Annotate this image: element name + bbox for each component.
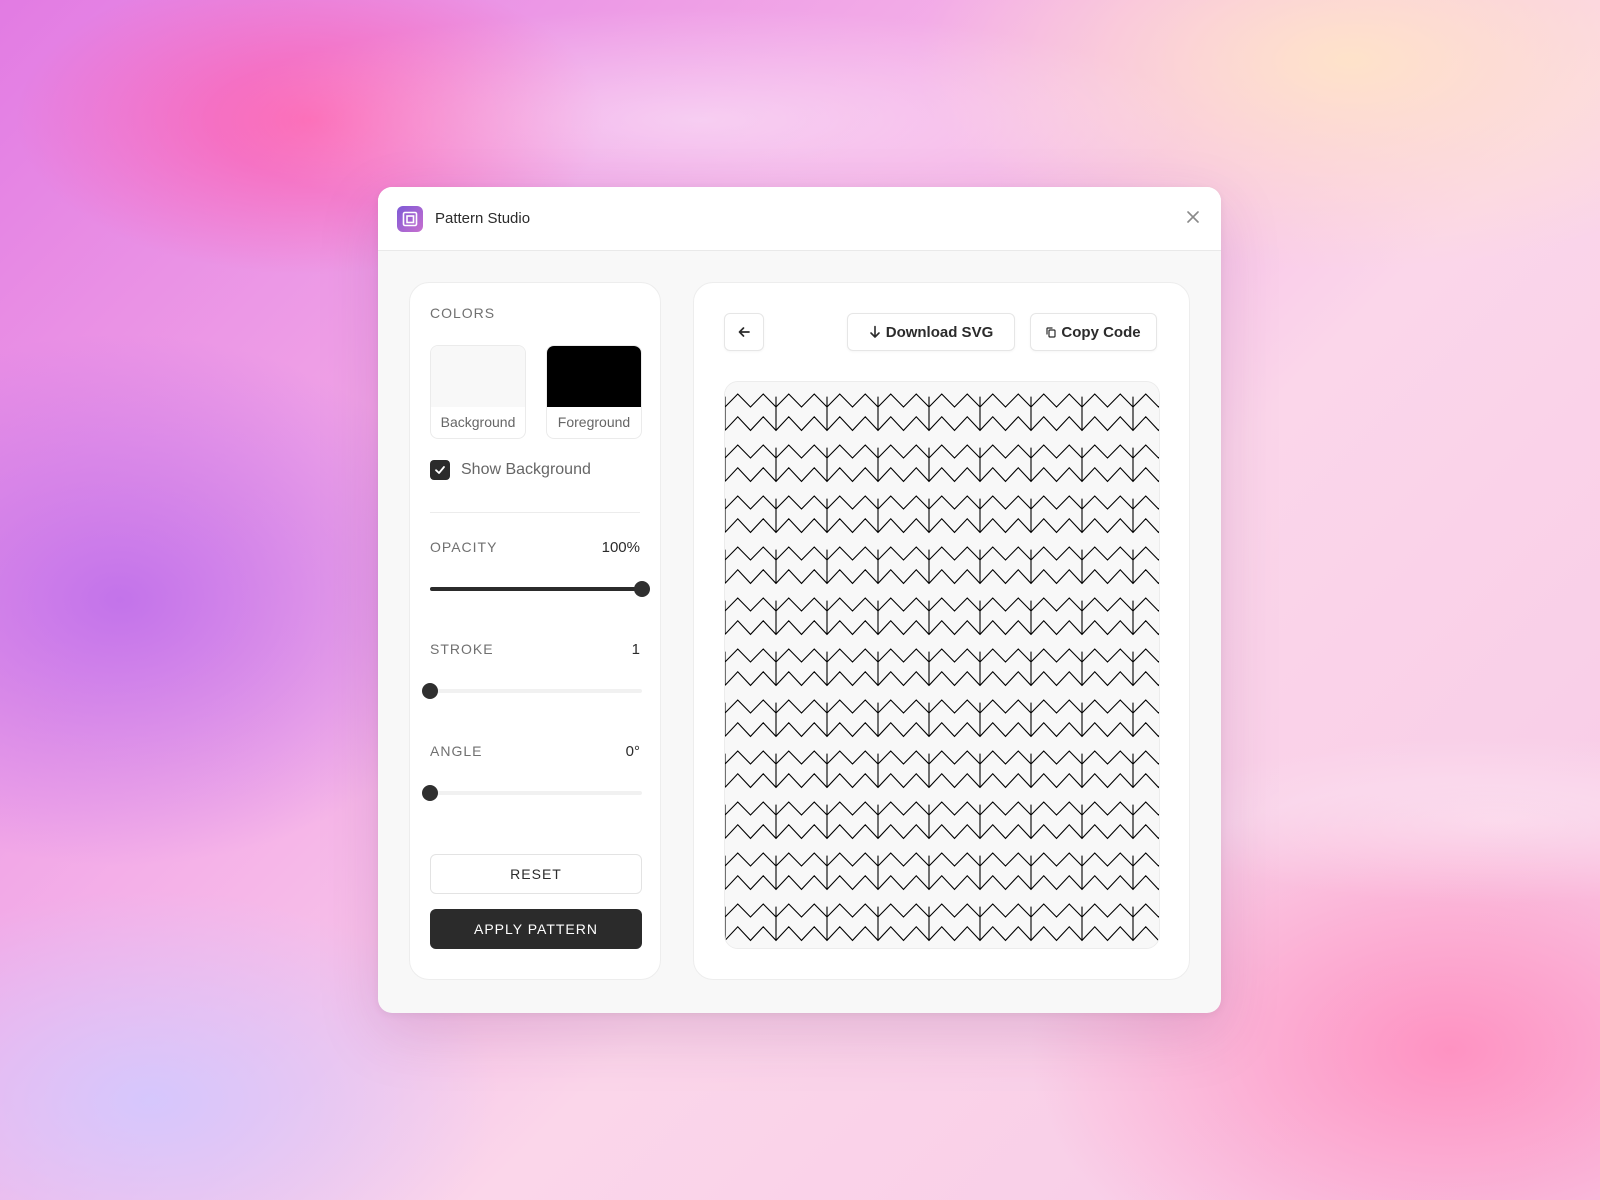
- background-color-swatch[interactable]: Background: [430, 345, 526, 439]
- show-background-checkbox[interactable]: [430, 460, 450, 480]
- close-button[interactable]: [1183, 207, 1203, 227]
- copy-code-button[interactable]: Copy Code: [1030, 313, 1157, 351]
- zigzag-pattern-preview: [725, 382, 1159, 948]
- opacity-slider-fill: [430, 587, 642, 591]
- show-background-toggle[interactable]: Show Background: [430, 460, 591, 480]
- opacity-label: OPACITY: [430, 539, 498, 555]
- stroke-header: STROKE 1: [430, 641, 640, 658]
- apply-pattern-button[interactable]: APPLY PATTERN: [430, 909, 642, 949]
- close-icon: [1187, 211, 1199, 223]
- back-button[interactable]: [724, 313, 764, 351]
- copy-code-label: Copy Code: [1061, 323, 1141, 341]
- stroke-value: 1: [631, 641, 640, 658]
- preview-panel: Download SVG Copy Code: [693, 282, 1190, 980]
- foreground-color-chip: [547, 346, 641, 407]
- opacity-header: OPACITY 100%: [430, 539, 640, 556]
- stroke-label: STROKE: [430, 641, 494, 657]
- copy-icon: [1046, 326, 1057, 338]
- opacity-slider-thumb[interactable]: [634, 581, 650, 597]
- arrow-left-icon: [738, 327, 750, 337]
- download-svg-button[interactable]: Download SVG: [847, 313, 1015, 351]
- pattern-preview-canvas: [724, 381, 1160, 949]
- background-swatch-label: Background: [440, 414, 516, 430]
- pattern-studio-window: Pattern Studio COLORS Background Foregro…: [378, 187, 1221, 1013]
- checkmark-icon: [435, 466, 445, 474]
- stroke-slider[interactable]: [422, 683, 642, 699]
- colors-section-label: COLORS: [430, 305, 496, 321]
- controls-panel: COLORS Background Foreground Show Backgr…: [409, 282, 661, 980]
- opacity-value: 100%: [601, 539, 640, 556]
- angle-value: 0°: [625, 743, 640, 760]
- background-color-chip: [431, 346, 525, 407]
- show-background-label: Show Background: [461, 461, 591, 478]
- angle-header: ANGLE 0°: [430, 743, 640, 760]
- reset-button[interactable]: RESET: [430, 854, 642, 894]
- angle-slider[interactable]: [422, 785, 642, 801]
- app-logo-icon: [397, 205, 423, 232]
- window-title: Pattern Studio: [435, 210, 531, 227]
- arrow-down-icon: [869, 325, 881, 339]
- title-bar: Pattern Studio: [378, 187, 1221, 251]
- foreground-color-swatch[interactable]: Foreground: [546, 345, 642, 439]
- section-divider: [430, 512, 640, 513]
- stroke-slider-thumb[interactable]: [422, 683, 438, 699]
- foreground-swatch-label: Foreground: [557, 414, 631, 430]
- download-svg-label: Download SVG: [885, 323, 994, 341]
- angle-slider-thumb[interactable]: [422, 785, 438, 801]
- angle-label: ANGLE: [430, 743, 483, 759]
- opacity-slider[interactable]: [430, 581, 650, 597]
